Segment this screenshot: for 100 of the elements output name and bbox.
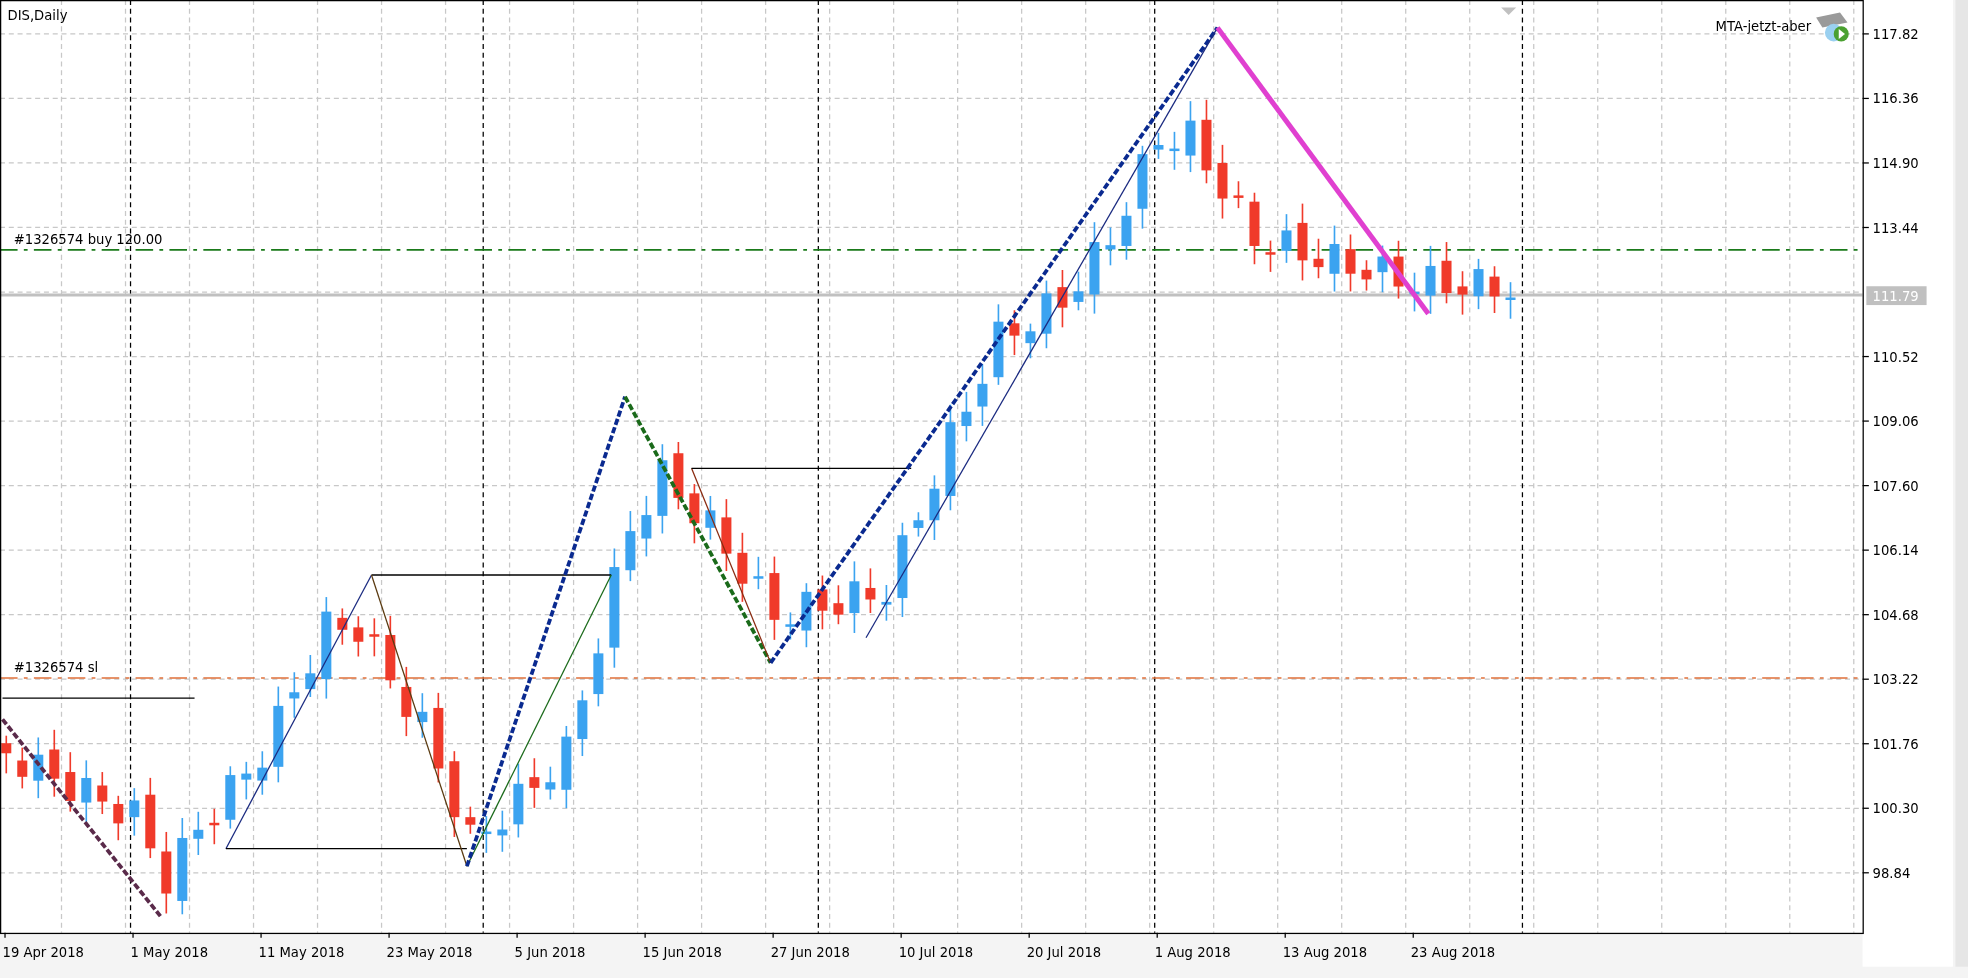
- candlestick: [881, 584, 892, 622]
- candlestick: [465, 805, 476, 835]
- price-label: 103.22: [1872, 672, 1919, 688]
- candlestick: [289, 671, 300, 719]
- candlestick: [1121, 201, 1132, 261]
- time-label: 19 Apr 2018: [2, 944, 84, 960]
- candlestick: [1073, 270, 1084, 312]
- candlestick: [49, 729, 60, 798]
- order-line-label: #1326574 buy 120.00: [13, 231, 163, 247]
- price-label: 113.44: [1872, 220, 1919, 236]
- price-label: 109.06: [1872, 414, 1919, 430]
- candlestick: [1041, 279, 1052, 350]
- candlestick: [1313, 237, 1324, 280]
- candlestick: [225, 765, 236, 830]
- candlestick: [785, 611, 796, 641]
- candlestick: [529, 757, 540, 809]
- time-label: 13 Aug 2018: [1282, 944, 1368, 960]
- candlestick: [1329, 224, 1340, 293]
- candlestick: [337, 607, 348, 646]
- candlestick: [401, 666, 412, 737]
- price-label: 116.36: [1872, 91, 1919, 107]
- candlestick: [209, 807, 220, 846]
- triangle-marker-icon[interactable]: [1501, 7, 1517, 16]
- candlestick: [1393, 239, 1404, 300]
- candlestick: [1281, 213, 1292, 264]
- time-label: 15 Jun 2018: [642, 944, 722, 960]
- candlestick: [1105, 226, 1116, 267]
- time-label: 1 May 2018: [130, 944, 209, 960]
- candlestick: [65, 751, 76, 813]
- candlestick: [241, 761, 252, 801]
- candlestick: [833, 584, 844, 626]
- candlestick: [1233, 180, 1244, 209]
- candlestick: [1057, 269, 1068, 329]
- time-label: 27 Jun 2018: [770, 944, 850, 960]
- chart-title: DIS,Daily: [7, 8, 68, 24]
- indicator-label: MTA-jetzt-aber: [1715, 19, 1812, 35]
- candlestick: [1025, 322, 1036, 360]
- time-label: 1 Aug 2018: [1154, 944, 1231, 960]
- candlestick: [193, 810, 204, 856]
- candlestick: [913, 511, 924, 538]
- time-label: 23 Aug 2018: [1410, 944, 1496, 960]
- price-label: 100.30: [1872, 801, 1919, 817]
- candlestick: [129, 787, 140, 837]
- candlestick: [257, 750, 268, 796]
- candlestick: [1265, 239, 1276, 273]
- time-label: 20 Jul 2018: [1026, 944, 1102, 960]
- candlestick: [673, 441, 684, 511]
- price-label: 101.76: [1872, 736, 1919, 752]
- candlestick: [369, 617, 380, 658]
- candlestick: [1473, 258, 1484, 310]
- time-label: 10 Jul 2018: [898, 944, 974, 960]
- time-label: 11 May 2018: [258, 944, 345, 960]
- candlestick: [17, 746, 28, 790]
- price-label: 104.68: [1872, 607, 1919, 623]
- indicator-icon[interactable]: [1816, 12, 1849, 42]
- candlestick: [1345, 233, 1356, 293]
- candlestick: [865, 567, 876, 614]
- candlestick: [737, 532, 748, 603]
- candlestick: [1425, 245, 1436, 315]
- current-price-tag: 111.79: [1866, 286, 1927, 306]
- time-label: 23 May 2018: [386, 944, 473, 960]
- candlestick: [1489, 265, 1500, 314]
- candlestick: [977, 363, 988, 427]
- candlestick: [753, 556, 764, 590]
- candlestick: [545, 765, 556, 801]
- candlestick: [497, 809, 508, 853]
- candlestick: [1505, 281, 1516, 320]
- candlestick: [305, 654, 316, 698]
- candlestick: [641, 495, 652, 558]
- price-label: 110.52: [1872, 349, 1919, 365]
- candlestick: [417, 692, 428, 739]
- price-label: 106.14: [1872, 543, 1919, 559]
- candlestick: [1457, 270, 1468, 316]
- candlestick: [1377, 244, 1388, 294]
- candlestick: [961, 391, 972, 443]
- price-label: 98.84: [1872, 865, 1911, 881]
- time-label: 5 Jun 2018: [514, 944, 586, 960]
- candlestick: [33, 736, 44, 799]
- price-label: 114.90: [1872, 156, 1919, 171]
- candlestick: [1153, 132, 1164, 160]
- price-label: 117.82: [1872, 26, 1919, 42]
- price-label: 107.60: [1872, 478, 1919, 494]
- candlestick: [97, 771, 108, 815]
- order-line-label: #1326574 sl: [13, 659, 99, 675]
- candlestick: [705, 495, 716, 541]
- candlestick: [817, 574, 828, 631]
- candlestick: [1441, 241, 1452, 305]
- candlestick: [1169, 131, 1180, 171]
- candlestick: [801, 582, 812, 649]
- candlestick: [625, 510, 636, 582]
- candlestick: [929, 474, 940, 541]
- candlestick: [81, 759, 92, 824]
- candlestick: [353, 615, 364, 658]
- candlestick: [113, 795, 124, 842]
- candlestick: [689, 483, 700, 545]
- candlestick: [1009, 309, 1020, 356]
- candlestick: [593, 637, 604, 708]
- candlestick: [1361, 259, 1372, 292]
- candlestick: [577, 689, 588, 757]
- candlestick: [1, 734, 12, 775]
